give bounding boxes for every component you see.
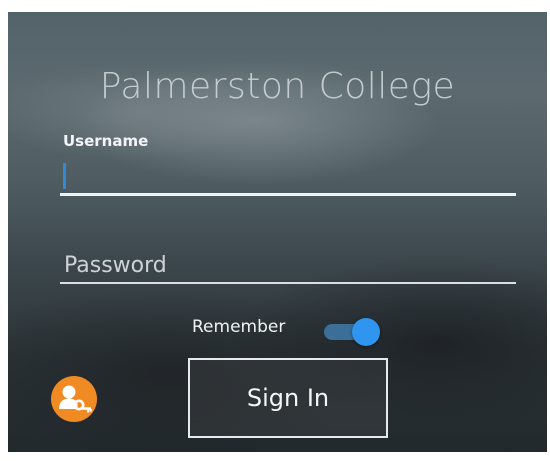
- remember-toggle[interactable]: [324, 317, 380, 346]
- username-field[interactable]: [60, 156, 516, 196]
- login-panel: Palmerston College Username Remember Sig: [8, 12, 547, 452]
- username-label: Username: [63, 132, 149, 150]
- user-key-glyph: [59, 385, 92, 413]
- user-key-icon[interactable]: [51, 376, 97, 422]
- sign-in-button[interactable]: Sign In: [188, 358, 388, 438]
- screen: Palmerston College Username Remember Sig: [0, 0, 550, 461]
- toggle-thumb[interactable]: [352, 318, 380, 346]
- username-input[interactable]: [60, 156, 516, 192]
- password-field[interactable]: [60, 248, 516, 284]
- text-cursor: [63, 163, 66, 189]
- password-input[interactable]: [60, 248, 516, 282]
- remember-label: Remember: [192, 317, 286, 337]
- app-title: Palmerston College: [99, 66, 456, 107]
